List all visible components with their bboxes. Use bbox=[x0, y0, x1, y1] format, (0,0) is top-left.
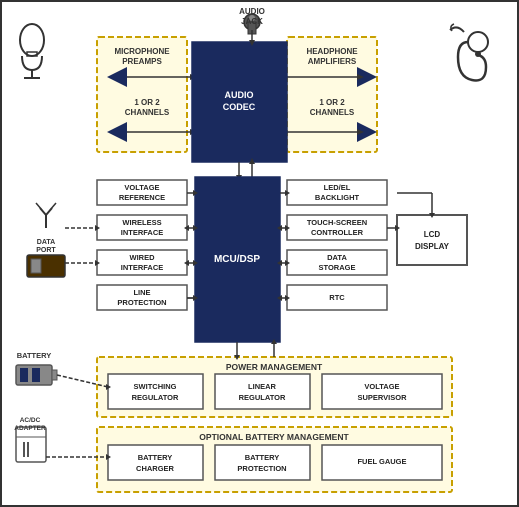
svg-text:HEADPHONE: HEADPHONE bbox=[306, 47, 358, 56]
svg-text:TOUCH-SCREEN: TOUCH-SCREEN bbox=[307, 218, 367, 227]
main-container: MICROPHONE PREAMPS HEADPHONE AMPLIFIERS … bbox=[0, 0, 519, 507]
svg-text:CODEC: CODEC bbox=[223, 102, 256, 112]
svg-text:VOLTAGE: VOLTAGE bbox=[364, 382, 399, 391]
svg-text:REGULATOR: REGULATOR bbox=[239, 393, 286, 402]
svg-text:ADAPTER: ADAPTER bbox=[14, 425, 46, 432]
svg-text:AUDIO: AUDIO bbox=[225, 90, 254, 100]
svg-text:CHANNELS: CHANNELS bbox=[310, 108, 355, 117]
svg-text:JACK: JACK bbox=[241, 17, 263, 26]
svg-text:LED/EL: LED/EL bbox=[324, 183, 351, 192]
svg-text:STORAGE: STORAGE bbox=[319, 263, 356, 272]
svg-text:BATTERY: BATTERY bbox=[245, 453, 280, 462]
svg-text:MICROPHONE: MICROPHONE bbox=[114, 47, 170, 56]
svg-text:DATA: DATA bbox=[327, 253, 347, 262]
svg-text:AC/DC: AC/DC bbox=[20, 417, 41, 424]
diagram: MICROPHONE PREAMPS HEADPHONE AMPLIFIERS … bbox=[2, 2, 517, 505]
svg-text:CHANNELS: CHANNELS bbox=[125, 108, 170, 117]
svg-text:REFERENCE: REFERENCE bbox=[119, 193, 165, 202]
svg-text:VOLTAGE: VOLTAGE bbox=[124, 183, 159, 192]
svg-text:POWER MANAGEMENT: POWER MANAGEMENT bbox=[226, 362, 323, 372]
svg-text:PROTECTION: PROTECTION bbox=[237, 464, 286, 473]
svg-text:LINE: LINE bbox=[133, 288, 150, 297]
svg-text:FUEL GAUGE: FUEL GAUGE bbox=[357, 457, 406, 466]
connector-svg: MICROPHONE PREAMPS HEADPHONE AMPLIFIERS … bbox=[2, 2, 517, 505]
svg-text:DISPLAY: DISPLAY bbox=[415, 242, 450, 251]
svg-text:INTERFACE: INTERFACE bbox=[121, 228, 164, 237]
svg-text:REGULATOR: REGULATOR bbox=[132, 393, 179, 402]
svg-text:WIRED: WIRED bbox=[130, 253, 156, 262]
svg-text:BATTERY: BATTERY bbox=[138, 453, 173, 462]
svg-text:CHARGER: CHARGER bbox=[136, 464, 175, 473]
svg-text:AUDIO: AUDIO bbox=[239, 7, 265, 16]
svg-text:CONTROLLER: CONTROLLER bbox=[311, 228, 364, 237]
svg-text:SUPERVISOR: SUPERVISOR bbox=[357, 393, 407, 402]
svg-text:BATTERY: BATTERY bbox=[17, 351, 52, 360]
svg-text:LCD: LCD bbox=[424, 230, 441, 239]
svg-text:RTC: RTC bbox=[329, 293, 345, 302]
svg-text:MCU/DSP: MCU/DSP bbox=[214, 254, 260, 265]
svg-text:PORT: PORT bbox=[36, 247, 56, 254]
svg-text:SWITCHING: SWITCHING bbox=[134, 382, 177, 391]
svg-text:AMPLIFIERS: AMPLIFIERS bbox=[308, 57, 357, 66]
svg-text:LINEAR: LINEAR bbox=[248, 382, 277, 391]
svg-text:1 OR 2: 1 OR 2 bbox=[319, 98, 345, 107]
svg-text:OPTIONAL BATTERY MANAGEMENT: OPTIONAL BATTERY MANAGEMENT bbox=[199, 432, 349, 442]
svg-text:DATA: DATA bbox=[37, 239, 55, 246]
svg-text:INTERFACE: INTERFACE bbox=[121, 263, 164, 272]
svg-text:PROTECTION: PROTECTION bbox=[117, 298, 166, 307]
svg-text:WIRELESS: WIRELESS bbox=[122, 218, 161, 227]
svg-text:1 OR 2: 1 OR 2 bbox=[134, 98, 160, 107]
svg-text:PREAMPS: PREAMPS bbox=[122, 57, 162, 66]
svg-text:BACKLIGHT: BACKLIGHT bbox=[315, 193, 360, 202]
